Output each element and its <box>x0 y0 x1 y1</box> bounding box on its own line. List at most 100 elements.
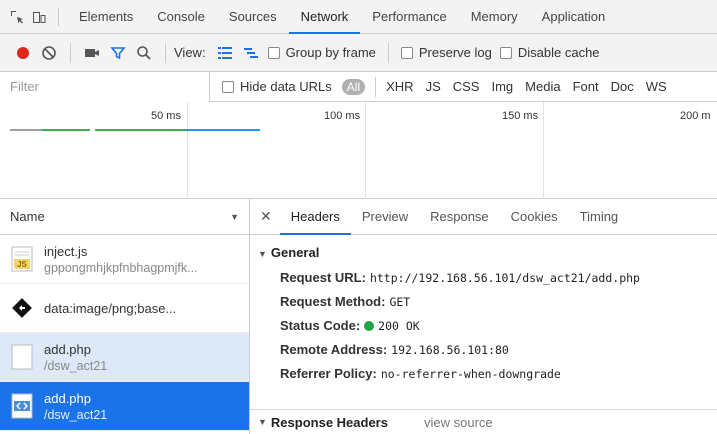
tab-timing[interactable]: Timing <box>569 199 630 235</box>
request-details: ✕ Headers Preview Response Cookies Timin… <box>250 199 717 434</box>
filter-media-button[interactable]: Media <box>525 79 560 94</box>
disable-cache-checkbox[interactable]: Disable cache <box>499 45 600 60</box>
filter-img-button[interactable]: Img <box>491 79 513 94</box>
response-headers-title: Response Headers <box>270 414 388 430</box>
hide-data-urls-label: Hide data URLs <box>240 79 332 94</box>
preserve-log-checkbox[interactable]: Preserve log <box>400 45 492 60</box>
field-key: Request URL: <box>280 270 366 285</box>
capture-screenshots-icon[interactable] <box>79 40 105 66</box>
network-toolbar: View: Group by frame Preserve log Disabl… <box>0 34 717 72</box>
request-row[interactable]: JS inject.js gppongmhjkpfnbhagpmjfk... <box>0 235 249 284</box>
referrer-policy-field: Referrer Policy: no-referrer-when-downgra… <box>250 362 717 386</box>
timeline-bar <box>10 129 42 131</box>
request-name: inject.js <box>44 243 88 259</box>
response-headers-section-header[interactable]: ▼ Response Headers view source <box>250 409 717 434</box>
filter-font-button[interactable]: Font <box>573 79 599 94</box>
tick-label: 50 ms <box>151 110 181 122</box>
request-name: add.php <box>44 390 91 406</box>
hide-data-urls-checkbox[interactable]: Hide data URLs <box>222 79 332 94</box>
html-file-icon <box>10 392 34 420</box>
field-key: Remote Address: <box>280 342 388 357</box>
request-row-selected[interactable]: add.php /dsw_act21 <box>0 382 249 431</box>
field-value: no-referrer-when-downgrade <box>380 367 561 381</box>
document-file-icon <box>10 343 34 371</box>
tab-headers[interactable]: Headers <box>279 199 351 235</box>
tab-response[interactable]: Response <box>419 199 500 235</box>
inspect-element-icon[interactable] <box>6 6 28 28</box>
request-path: /dsw_act21 <box>44 407 108 422</box>
tick-label: 150 ms <box>502 110 539 122</box>
timeline-overview[interactable]: 50 ms 100 ms 150 ms 200 ms <box>0 102 717 199</box>
record-icon[interactable] <box>10 40 36 66</box>
request-row[interactable]: data:image/png;base... <box>0 284 249 333</box>
waterfall-icon[interactable] <box>238 40 264 66</box>
tick-line <box>187 102 188 199</box>
tab-memory[interactable]: Memory <box>459 0 530 34</box>
filter-input[interactable] <box>0 71 210 102</box>
tab-separator <box>58 7 59 26</box>
large-request-rows-icon[interactable] <box>212 40 238 66</box>
tick-line <box>543 102 544 199</box>
request-path: gppongmhjkpfnbhagpmjfk... <box>44 260 198 275</box>
tab-elements[interactable]: Elements <box>67 0 145 34</box>
field-value: 200 OK <box>378 319 420 333</box>
timeline-bar <box>95 129 185 131</box>
filter-css-button[interactable]: CSS <box>453 79 480 94</box>
toolbar-separator <box>165 42 166 63</box>
preserve-log-label: Preserve log <box>418 45 492 60</box>
request-row[interactable]: add.php /dsw_act21 <box>0 333 249 382</box>
filter-ws-button[interactable]: WS <box>646 79 667 94</box>
view-label: View: <box>174 45 206 60</box>
request-name: add.php <box>44 341 91 357</box>
timeline-bar <box>42 129 90 131</box>
filter-bar: Hide data URLs All XHR JS CSS Img Media … <box>0 71 717 102</box>
tick-label: 100 ms <box>324 110 361 122</box>
tab-cookies[interactable]: Cookies <box>500 199 569 235</box>
tick-label: 200 ms <box>680 110 710 122</box>
devtools-tabbar: Elements Console Sources Network Perform… <box>0 0 717 34</box>
tab-preview[interactable]: Preview <box>351 199 419 235</box>
group-by-frame-label: Group by frame <box>285 45 376 60</box>
group-by-frame-checkbox[interactable]: Group by frame <box>267 45 376 60</box>
filter-doc-button[interactable]: Doc <box>611 79 634 94</box>
tab-sources[interactable]: Sources <box>217 0 289 34</box>
js-file-icon: JS <box>10 245 34 273</box>
view-source-link[interactable]: view source <box>424 415 493 430</box>
checkbox-box[interactable] <box>499 46 512 59</box>
disable-cache-label: Disable cache <box>517 45 600 60</box>
filter-icon[interactable] <box>105 40 131 66</box>
checkbox-box[interactable] <box>222 80 234 93</box>
search-icon[interactable] <box>131 40 157 66</box>
filter-js-button[interactable]: JS <box>426 79 441 94</box>
svg-text:JS: JS <box>17 260 27 269</box>
tab-console[interactable]: Console <box>145 0 217 34</box>
status-ok-icon <box>364 321 375 331</box>
general-title: General <box>270 245 320 260</box>
toolbar-separator <box>387 42 389 63</box>
field-key: Status Code: <box>280 318 361 333</box>
checkbox-box[interactable] <box>267 46 280 59</box>
name-column-header[interactable]: Name ▼ <box>0 199 249 235</box>
tab-application[interactable]: Application <box>530 0 618 34</box>
clear-icon[interactable] <box>36 40 62 66</box>
remote-address-field: Remote Address: 192.168.56.101:80 <box>250 338 717 362</box>
field-value: http://192.168.56.101/dsw_act21/add.php <box>369 271 640 285</box>
checkbox-box[interactable] <box>400 46 413 59</box>
field-key: Referrer Policy: <box>280 366 377 381</box>
close-icon[interactable]: ✕ <box>260 208 272 225</box>
request-name: data:image/png;base... <box>44 300 177 316</box>
general-section-header[interactable]: ▼ General <box>250 235 717 260</box>
detail-tabs: ✕ Headers Preview Response Cookies Timin… <box>250 199 717 235</box>
filter-all-button[interactable]: All <box>341 78 366 95</box>
sort-down-icon: ▼ <box>230 211 239 222</box>
tab-performance[interactable]: Performance <box>360 0 458 34</box>
filter-separator <box>375 76 377 97</box>
field-value: GET <box>389 295 411 309</box>
request-path: /dsw_act21 <box>44 358 108 373</box>
triangle-down-icon: ▼ <box>258 417 267 427</box>
filter-xhr-button[interactable]: XHR <box>386 79 413 94</box>
request-method-field: Request Method: GET <box>250 290 717 314</box>
device-toolbar-icon[interactable] <box>28 6 50 28</box>
tick-line <box>365 102 366 199</box>
tab-network[interactable]: Network <box>288 0 361 34</box>
